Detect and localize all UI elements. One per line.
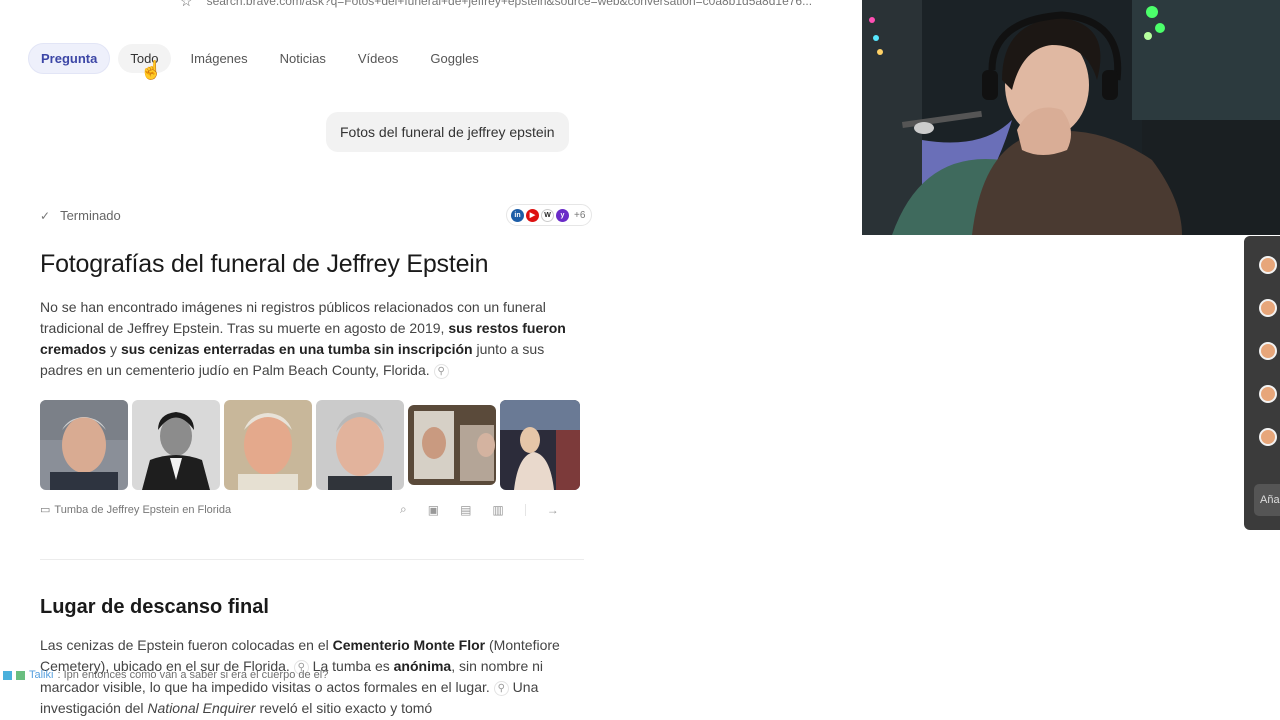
- video-icon[interactable]: ▤: [460, 503, 471, 517]
- chat-badge-icon: [16, 670, 25, 680]
- answer-bold-text: Cementerio Monte Flor: [332, 637, 486, 653]
- source-favicon-icon: y: [556, 208, 569, 222]
- section-title: Lugar de descanso final: [40, 596, 269, 618]
- chat-badge-icon: [3, 670, 12, 680]
- chat-text: : Ipn entonces como van a saber si era e…: [57, 669, 329, 681]
- image-icon[interactable]: ▣: [428, 503, 439, 517]
- result-image[interactable]: [224, 400, 312, 490]
- caption-text: Tumba de Jeffrey Epstein en Florida: [54, 503, 232, 516]
- answer-text: Las cenizas de Epstein fueron colocadas …: [40, 637, 333, 653]
- avatar[interactable]: [1259, 256, 1277, 274]
- answer-title: Fotografías del funeral de Jeffrey Epste…: [40, 250, 489, 278]
- tab-imagenes[interactable]: Imágenes: [179, 44, 260, 73]
- tab-pregunta[interactable]: Pregunta: [28, 43, 111, 74]
- toolbar-divider: [524, 503, 526, 516]
- avatar[interactable]: [1259, 385, 1277, 403]
- result-image[interactable]: [408, 405, 496, 485]
- search-tabs: Pregunta Todo Imágenes Noticias Vídeos G…: [28, 43, 491, 74]
- image-icon: ▭: [40, 504, 51, 516]
- source-favicon-icon: ▶: [526, 208, 539, 222]
- add-button[interactable]: Aña: [1254, 484, 1280, 516]
- document-icon[interactable]: ▥: [492, 503, 503, 517]
- avatar[interactable]: [1259, 299, 1277, 317]
- result-image[interactable]: [316, 400, 404, 490]
- result-image[interactable]: [40, 400, 128, 490]
- answer-bold-text: anónima: [393, 658, 452, 674]
- source-favicon-icon: W: [541, 208, 554, 222]
- answer-bold-text: sus cenizas enterradas en una tumba sin …: [120, 341, 473, 357]
- result-image[interactable]: [500, 400, 580, 490]
- answer-text: y: [106, 341, 121, 357]
- sources-more-count: +6: [574, 209, 586, 221]
- answer-status: ✓ Terminado: [40, 208, 121, 223]
- answer-italic-text: National Enquirer: [147, 700, 256, 716]
- tab-videos[interactable]: Vídeos: [346, 44, 410, 73]
- stream-chat-message: Taliki : Ipn entonces como van a saber s…: [3, 669, 328, 681]
- webcam-overlay: [862, 0, 1280, 235]
- image-caption: ▭ Tumba de Jeffrey Epstein en Florida: [40, 503, 232, 517]
- avatar[interactable]: [1259, 428, 1277, 446]
- check-icon: ✓: [40, 208, 51, 223]
- status-label: Terminado: [60, 208, 121, 223]
- answer-toolbar: ⌕ ▣ ▤ ▥ →: [400, 502, 559, 517]
- tab-goggles[interactable]: Goggles: [418, 44, 490, 73]
- citation-link-icon[interactable]: ⚲: [493, 680, 509, 696]
- address-bar[interactable]: ☆ search.brave.com/ask?q=Fotos+del+funer…: [180, 0, 870, 10]
- tab-noticias[interactable]: Noticias: [268, 44, 338, 73]
- answer-text: reveló el sitio exacto y tomó: [255, 700, 433, 716]
- answer-paragraph: No se han encontrado imágenes ni registr…: [40, 297, 585, 381]
- hand-cursor-icon: ☝: [140, 60, 163, 80]
- url-text: search.brave.com/ask?q=Fotos+del+funeral…: [206, 0, 813, 8]
- citation-link-icon[interactable]: ⚲: [433, 363, 449, 379]
- chat-username: Taliki: [29, 669, 54, 681]
- result-image[interactable]: [132, 400, 220, 490]
- section-divider: [40, 559, 584, 560]
- search-icon[interactable]: ⌕: [400, 502, 407, 517]
- arrow-right-icon[interactable]: →: [547, 503, 559, 517]
- avatar[interactable]: [1259, 342, 1277, 360]
- bookmark-star-icon[interactable]: ☆: [180, 0, 193, 10]
- sources-button[interactable]: in ▶ W y +6: [506, 204, 593, 226]
- source-favicon-icon: in: [511, 208, 524, 222]
- image-carousel: [40, 400, 582, 490]
- participants-panel: Aña: [1244, 236, 1280, 530]
- user-query-bubble: Fotos del funeral de jeffrey epstein: [326, 112, 569, 152]
